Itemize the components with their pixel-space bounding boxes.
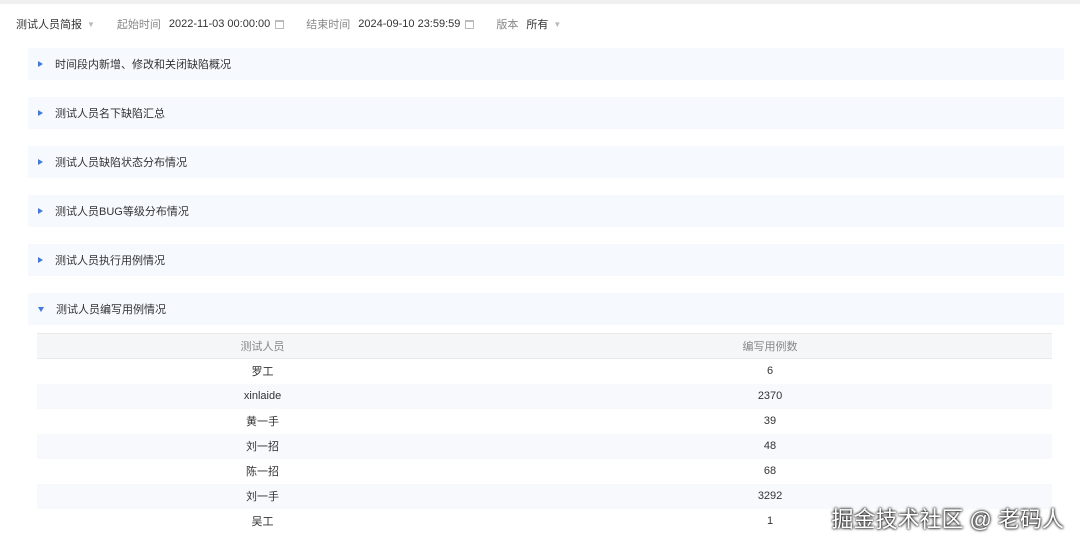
- start-time-picker[interactable]: 起始时间 2022-11-03 00:00:00: [116, 16, 285, 32]
- case-count-cell: 39: [763, 415, 777, 427]
- panel-title: 测试人员缺陷状态分布情况: [55, 157, 187, 169]
- header-case-count: 编写用例数: [488, 333, 1052, 359]
- version-select[interactable]: 版本 所有 ▼: [496, 16, 561, 32]
- top-band: [0, 0, 1080, 4]
- caret-down-icon: [38, 306, 44, 312]
- tester-cell: 陈一招: [246, 466, 280, 478]
- case-count-cell: 48: [488, 433, 1052, 459]
- panel-title: 时间段内新增、修改和关闭缺陷概况: [55, 59, 231, 71]
- case-count-cell: 2370: [488, 383, 1052, 409]
- filter-bar: 测试人员简报 ▼ 起始时间 2022-11-03 00:00:00 结束时间 2024…: [16, 16, 583, 32]
- header-tester: 测试人员: [37, 333, 489, 359]
- panel-case-writing[interactable]: 测试人员编写用例情况: [28, 293, 1064, 325]
- panel-title: 测试人员编写用例情况: [56, 304, 166, 316]
- panel-title: 测试人员名下缺陷汇总: [55, 108, 165, 120]
- table-header: 测试人员 编写用例数: [37, 333, 1052, 359]
- caret-right-icon: [38, 257, 43, 263]
- tester-cell: 罗工: [251, 366, 274, 379]
- calendar-icon: [275, 19, 285, 29]
- tester-cell: xinlaide: [37, 383, 489, 409]
- tester-cell: 刘一招: [37, 433, 489, 459]
- caret-right-icon: [38, 159, 43, 165]
- end-time-value: 2024-09-10 23:59:59: [358, 18, 461, 30]
- tester-cell: 黄一手: [246, 416, 280, 428]
- watermark: 掘金技术社区 @ 老码人: [831, 507, 1064, 532]
- start-time-label: 起始时间: [116, 19, 161, 31]
- panel-bug-level[interactable]: 测试人员BUG等级分布情况: [28, 195, 1064, 227]
- chevron-down-icon: ▼: [87, 19, 95, 29]
- caret-right-icon: [38, 61, 43, 67]
- panel-case-execution[interactable]: 测试人员执行用例情况: [28, 244, 1064, 276]
- chevron-down-icon: ▼: [553, 19, 562, 29]
- case-count-cell: 6: [766, 365, 774, 378]
- start-time-value: 2022-11-03 00:00:00: [168, 18, 271, 30]
- report-select-value: 测试人员简报: [16, 19, 82, 31]
- panel-defect-summary[interactable]: 测试人员名下缺陷汇总: [28, 97, 1064, 129]
- panel-defect-overview[interactable]: 时间段内新增、修改和关闭缺陷概况: [28, 48, 1064, 80]
- tester-cell: 刘一手: [37, 483, 489, 509]
- table-row: 罗工 6: [37, 359, 1052, 384]
- table-row: 刘一招 48: [37, 433, 1052, 459]
- panel-title: 测试人员执行用例情况: [55, 255, 165, 267]
- panel-defect-status[interactable]: 测试人员缺陷状态分布情况: [28, 146, 1064, 178]
- table-row: 陈一招 68: [37, 459, 1052, 484]
- table-row: xinlaide 2370: [37, 383, 1052, 409]
- panel-title: 测试人员BUG等级分布情况: [55, 206, 189, 218]
- caret-right-icon: [38, 208, 43, 214]
- version-value: 所有: [526, 19, 549, 31]
- end-time-picker[interactable]: 结束时间 2024-09-10 23:59:59: [306, 16, 475, 32]
- report-select[interactable]: 测试人员简报 ▼: [16, 16, 95, 32]
- end-time-label: 结束时间: [306, 19, 351, 31]
- tester-cell: 吴工: [251, 516, 274, 528]
- version-label: 版本: [496, 19, 519, 31]
- table-row: 黄一手 39: [37, 409, 1052, 434]
- caret-right-icon: [38, 110, 43, 116]
- case-count-cell: 68: [763, 465, 777, 477]
- calendar-icon: [465, 19, 475, 29]
